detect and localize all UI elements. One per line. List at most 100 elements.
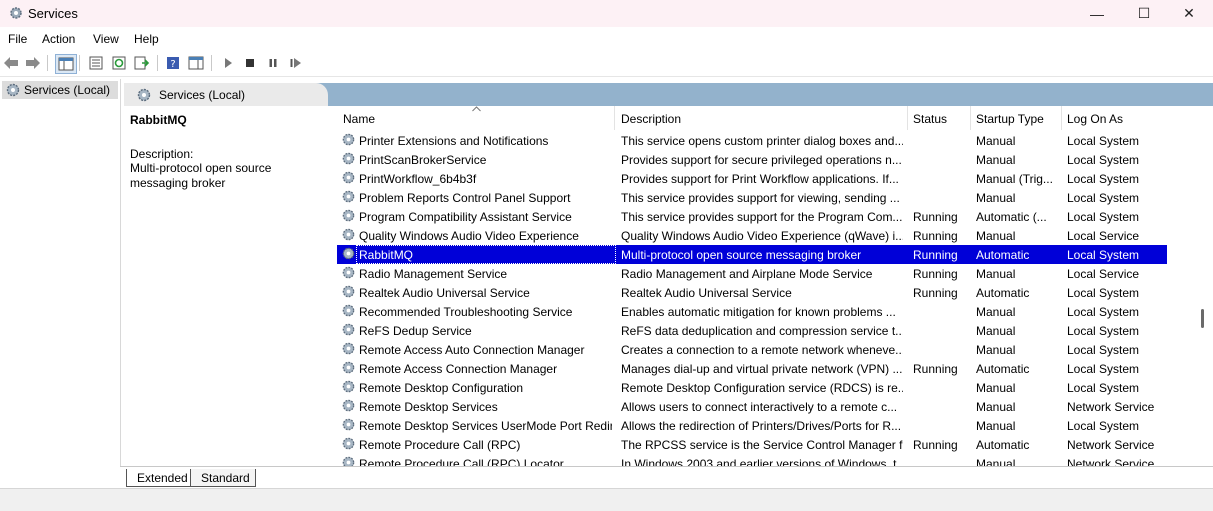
- service-gear-icon: [341, 170, 356, 188]
- show-hide-console-tree-icon: [58, 57, 74, 71]
- service-gear-icon: [341, 322, 356, 340]
- column-header-status[interactable]: Status: [907, 106, 970, 130]
- service-startup-type-cell: Manual: [976, 419, 1016, 433]
- service-row[interactable]: Remote Desktop Services UserMode Port Re…: [337, 416, 1167, 435]
- menu-view[interactable]: View: [93, 32, 119, 46]
- service-row[interactable]: Quality Windows Audio Video Experience Qu…: [337, 226, 1167, 245]
- column-header-startup-type[interactable]: Startup Type: [970, 106, 1061, 130]
- service-row[interactable]: Printer Extensions and Notifications This…: [337, 131, 1167, 150]
- back-button[interactable]: [1, 54, 21, 72]
- service-row[interactable]: Remote Procedure Call (RPC) Locator In Wi…: [337, 454, 1167, 466]
- menu-help[interactable]: Help: [134, 32, 159, 46]
- forward-arrow-icon: [26, 57, 40, 69]
- service-log-on-as-cell: Local Service: [1067, 267, 1140, 281]
- services-gear-icon: [137, 88, 151, 102]
- service-description-cell: Provides support for secure privileged o…: [621, 153, 902, 167]
- service-log-on-as-cell: Local System: [1067, 324, 1140, 338]
- service-status-cell: Running: [913, 267, 958, 281]
- sort-ascending-icon: [472, 106, 481, 112]
- service-description-cell: Multi-protocol open source messaging bro…: [621, 248, 862, 262]
- vertical-scrollbar[interactable]: [1167, 106, 1213, 466]
- start-service-button[interactable]: [218, 54, 238, 72]
- show-hide-console-tree-button[interactable]: [55, 54, 77, 74]
- minimize-button[interactable]: —: [1074, 0, 1120, 27]
- restart-service-button[interactable]: [286, 54, 306, 72]
- tab-standard[interactable]: Standard: [190, 469, 256, 487]
- panel-header: Services (Local): [124, 83, 1213, 106]
- pause-service-button[interactable]: [263, 54, 283, 72]
- show-action-pane-button[interactable]: [186, 54, 206, 72]
- stop-service-button[interactable]: [240, 54, 260, 72]
- close-icon: ✕: [1183, 5, 1195, 21]
- service-name-cell: Remote Access Auto Connection Manager: [359, 343, 585, 357]
- service-status-cell: Running: [913, 210, 958, 224]
- service-description-cell: Quality Windows Audio Video Experience (…: [621, 229, 903, 243]
- service-description-text: Multi-protocol open source messaging bro…: [130, 161, 272, 190]
- service-description-cell: Manages dial-up and virtual private netw…: [621, 362, 903, 376]
- menu-file[interactable]: File: [8, 32, 27, 46]
- service-description-cell: This service provides support for viewin…: [621, 191, 900, 205]
- start-service-icon: [225, 58, 232, 68]
- window-title: Services: [28, 6, 78, 21]
- service-row[interactable]: Realtek Audio Universal Service Realtek A…: [337, 283, 1167, 302]
- service-gear-icon: [341, 151, 356, 169]
- column-header-name[interactable]: Name: [337, 106, 614, 130]
- service-description-cell: Allows the redirection of Printers/Drive…: [621, 419, 902, 433]
- service-row[interactable]: RabbitMQ Multi-protocol open source messa…: [337, 245, 1167, 264]
- maximize-button[interactable]: ☐: [1121, 0, 1167, 27]
- service-description-cell: This service opens custom printer dialog…: [621, 134, 903, 148]
- column-header-log-on-as[interactable]: Log On As: [1061, 106, 1167, 130]
- service-status-cell: Running: [913, 286, 958, 300]
- properties-icon: [89, 56, 103, 70]
- service-row[interactable]: Remote Desktop Configuration Remote Deskt…: [337, 378, 1167, 397]
- tree-item-label: Services (Local): [24, 83, 111, 97]
- service-description-cell: Enables automatic mitigation for known p…: [621, 305, 896, 319]
- service-name-cell: PrintScanBrokerService: [359, 153, 487, 167]
- service-row[interactable]: Remote Access Connection Manager Manages …: [337, 359, 1167, 378]
- export-list-icon: [134, 56, 150, 70]
- service-row[interactable]: Problem Reports Control Panel Support Thi…: [337, 188, 1167, 207]
- export-list-button[interactable]: [132, 54, 152, 72]
- service-name-cell: Remote Desktop Services UserMode Port Re…: [359, 419, 612, 433]
- service-gear-icon: [341, 455, 356, 466]
- service-startup-type-cell: Automatic: [976, 286, 1030, 300]
- service-row[interactable]: Remote Desktop Services Allows users to c…: [337, 397, 1167, 416]
- service-log-on-as-cell: Local System: [1067, 153, 1140, 167]
- service-row[interactable]: Radio Management Service Radio Management…: [337, 264, 1167, 283]
- service-row[interactable]: PrintWorkflow_6b4b3f Provides support for…: [337, 169, 1167, 188]
- service-row[interactable]: Recommended Troubleshooting Service Enabl…: [337, 302, 1167, 321]
- tab-extended[interactable]: Extended: [126, 469, 192, 487]
- service-log-on-as-cell: Local System: [1067, 381, 1140, 395]
- focus-rectangle: [356, 245, 616, 264]
- service-row[interactable]: ReFS Dedup Service ReFS data deduplicatio…: [337, 321, 1167, 340]
- service-name-cell: Problem Reports Control Panel Support: [359, 191, 571, 205]
- menu-action[interactable]: Action: [42, 32, 75, 46]
- forward-button[interactable]: [23, 54, 43, 72]
- maximize-icon: ☐: [1137, 5, 1151, 21]
- service-row[interactable]: Remote Procedure Call (RPC) The RPCSS ser…: [337, 435, 1167, 454]
- service-log-on-as-cell: Local System: [1067, 419, 1140, 433]
- help-button[interactable]: ?: [163, 54, 183, 72]
- scrollbar-thumb[interactable]: [1201, 309, 1204, 328]
- service-name-cell: Quality Windows Audio Video Experience: [359, 229, 579, 243]
- service-startup-type-cell: Manual: [976, 457, 1016, 466]
- column-header-description[interactable]: Description: [615, 106, 907, 130]
- service-row[interactable]: Program Compatibility Assistant Service T…: [337, 207, 1167, 226]
- service-name-cell: Remote Procedure Call (RPC): [359, 438, 521, 452]
- tab-label: Extended: [137, 471, 188, 485]
- status-bar: [0, 488, 1213, 511]
- service-gear-icon: [341, 436, 356, 454]
- panel-title: Services (Local): [159, 88, 246, 102]
- tree-item-services-local[interactable]: Services (Local): [2, 81, 118, 99]
- service-startup-type-cell: Manual: [976, 267, 1016, 281]
- service-startup-type-cell: Automatic (...: [976, 210, 1047, 224]
- properties-button[interactable]: [86, 54, 106, 72]
- close-button[interactable]: ✕: [1166, 0, 1212, 27]
- service-row[interactable]: Remote Access Auto Connection Manager Cre…: [337, 340, 1167, 359]
- title-bar: Services — ☐ ✕: [0, 0, 1213, 27]
- service-log-on-as-cell: Network Service: [1067, 438, 1155, 452]
- refresh-button[interactable]: [109, 54, 129, 72]
- service-name-cell: Printer Extensions and Notifications: [359, 134, 549, 148]
- toolbar-separator: [157, 55, 158, 71]
- service-row[interactable]: PrintScanBrokerService Provides support f…: [337, 150, 1167, 169]
